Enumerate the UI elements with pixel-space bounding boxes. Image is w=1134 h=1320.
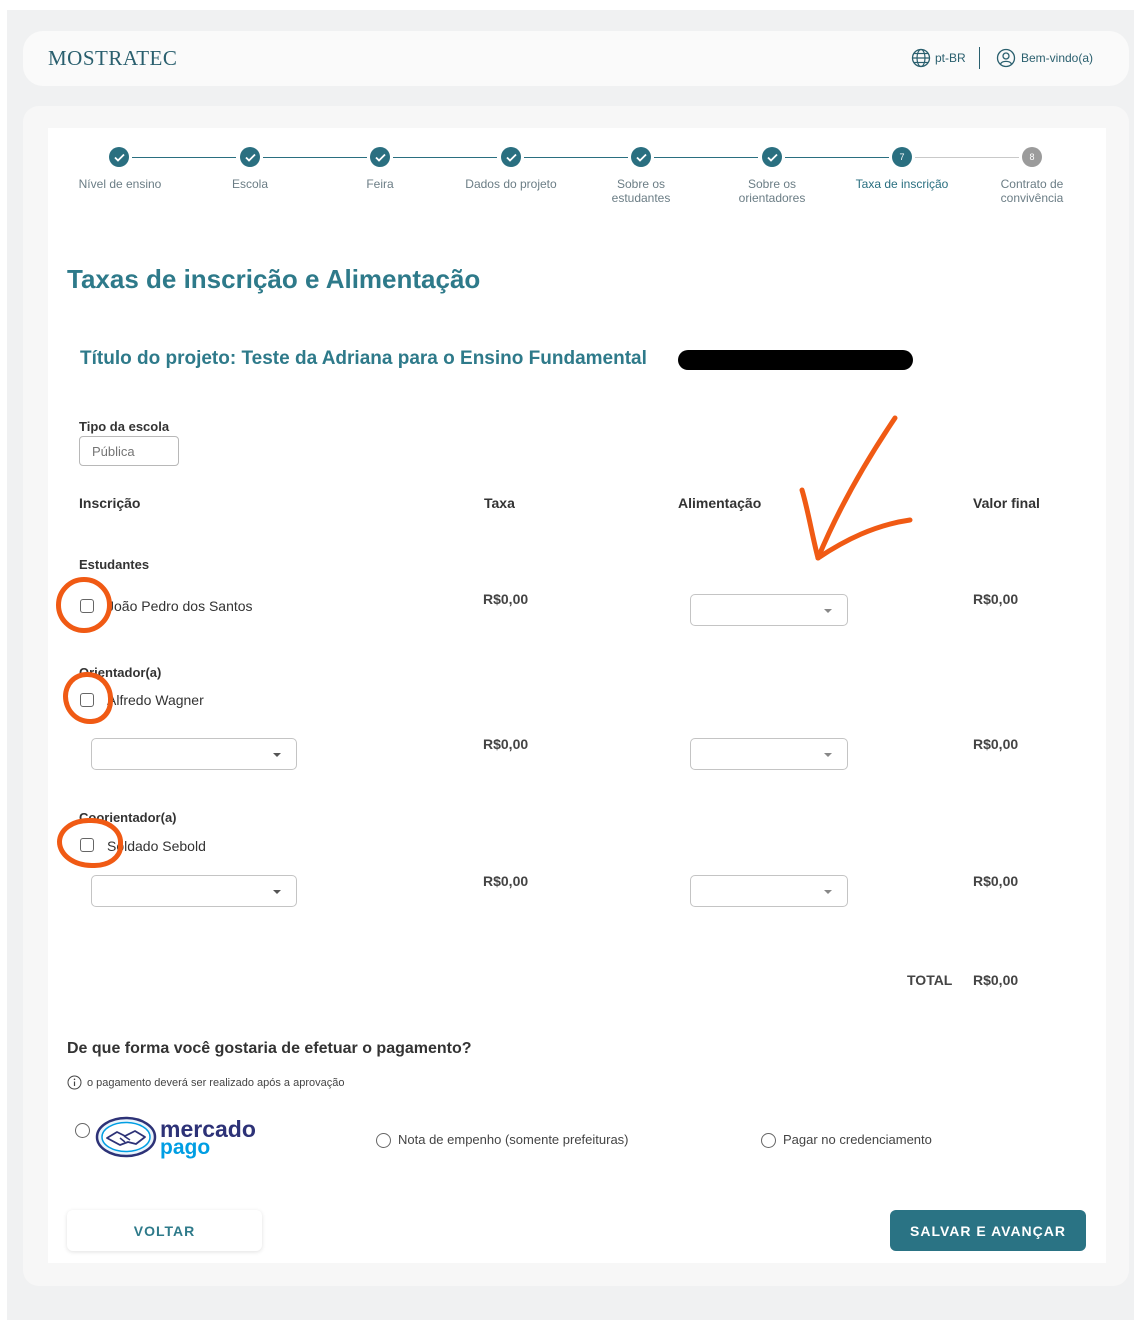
- save-and-next-button[interactable]: SALVAR E AVANÇAR: [890, 1210, 1086, 1251]
- stepper-connector: [524, 157, 628, 158]
- annotation-circle: [57, 818, 123, 868]
- step-4-check-icon[interactable]: [501, 147, 521, 167]
- chevron-down-icon: [273, 890, 281, 894]
- payment-info: o pagamento deverá ser realizado após a …: [67, 1075, 344, 1090]
- coadvisor-meal-select[interactable]: [690, 875, 848, 907]
- column-alimentacao: Alimentação: [678, 495, 762, 511]
- group-title-estudantes: Estudantes: [79, 557, 150, 572]
- radio-credenciamento[interactable]: [761, 1133, 776, 1148]
- globe-icon: [911, 48, 931, 68]
- stepper-connector: [132, 157, 236, 158]
- step-label: Contrato de convivência: [1000, 177, 1064, 205]
- mercado-pago-handshake-icon: [95, 1116, 157, 1158]
- redaction-bar: [678, 350, 913, 370]
- annotation-circle: [63, 672, 113, 724]
- form-card: [48, 128, 1106, 1263]
- user-menu[interactable]: Bem-vindo(a): [996, 48, 1093, 68]
- language-label: pt-BR: [935, 51, 966, 65]
- mercado-pago-logo-line2: pago: [160, 1136, 211, 1159]
- payment-question: De que forma você gostaria de efetuar o …: [67, 1040, 472, 1057]
- stepper-connector: [393, 157, 497, 158]
- step-label: Sobre os estudantes: [611, 177, 671, 205]
- radio-nota-empenho[interactable]: [376, 1133, 391, 1148]
- header-divider: [979, 47, 980, 69]
- advisor-meal-select[interactable]: [690, 738, 848, 770]
- student-final-value: R$0,00: [973, 591, 1019, 607]
- step-label: Dados do projeto: [465, 177, 557, 191]
- column-valor-final: Valor final: [973, 495, 1040, 511]
- school-type-label: Tipo da escola: [79, 419, 170, 434]
- student-name: João Pedro dos Santos: [107, 598, 253, 614]
- stepper-connector: [654, 157, 758, 158]
- page-title: Taxas de inscrição e Alimentação: [67, 264, 481, 294]
- column-inscricao: Inscrição: [79, 495, 141, 511]
- credenciamento-label[interactable]: Pagar no credenciamento: [783, 1132, 932, 1147]
- chevron-down-icon: [824, 890, 832, 894]
- step-label: Feira: [366, 177, 394, 191]
- student-fee: R$0,00: [483, 591, 529, 607]
- chevron-down-icon: [824, 753, 832, 757]
- advisor-name: Alfredo Wagner: [107, 692, 204, 708]
- language-selector[interactable]: pt-BR: [911, 48, 966, 68]
- back-button[interactable]: VOLTAR: [67, 1210, 262, 1251]
- student-meal-select[interactable]: [690, 594, 848, 626]
- coadvisor-final-value: R$0,00: [973, 873, 1019, 889]
- advisor-final-value: R$0,00: [973, 736, 1019, 752]
- payment-info-text: o pagamento deverá ser realizado após a …: [87, 1076, 345, 1089]
- total-label: TOTAL: [907, 972, 953, 988]
- step-3-check-icon[interactable]: [370, 147, 390, 167]
- step-label-current: Taxa de inscrição: [855, 177, 949, 191]
- step-8-number[interactable]: 8: [1022, 147, 1042, 167]
- coadvisor-fee: R$0,00: [483, 873, 529, 889]
- coadvisor-type-select[interactable]: [91, 875, 297, 907]
- annotation-circle: [56, 577, 112, 633]
- mostratec-logo[interactable]: MOSTRATEC: [48, 46, 177, 71]
- step-5-check-icon[interactable]: [631, 147, 651, 167]
- radio-mercado-pago[interactable]: [75, 1123, 90, 1138]
- stepper-connector: [915, 157, 1019, 158]
- step-1-check-icon[interactable]: [109, 147, 129, 167]
- column-taxa: Taxa: [484, 495, 515, 511]
- chevron-down-icon: [824, 609, 832, 613]
- step-7-number[interactable]: 7: [892, 147, 912, 167]
- step-2-check-icon[interactable]: [240, 147, 260, 167]
- step-6-check-icon[interactable]: [762, 147, 782, 167]
- step-label: Nível de ensino: [78, 177, 162, 191]
- project-title: Título do projeto: Teste da Adriana para…: [80, 348, 647, 369]
- school-type-input[interactable]: [79, 436, 179, 466]
- annotation-arrow-icon: [799, 415, 913, 561]
- welcome-label: Bem-vindo(a): [1021, 51, 1094, 65]
- stepper-connector: [263, 157, 367, 158]
- total-value: R$0,00: [973, 972, 1019, 988]
- advisor-type-select[interactable]: [91, 738, 297, 770]
- stepper-connector: [785, 157, 889, 158]
- info-icon: [67, 1075, 82, 1090]
- step-label: Escola: [231, 177, 269, 191]
- nota-empenho-label[interactable]: Nota de empenho (somente prefeituras): [398, 1132, 629, 1147]
- user-icon: [996, 48, 1016, 68]
- advisor-fee: R$0,00: [483, 736, 529, 752]
- step-label: Sobre os orientadores: [738, 177, 806, 205]
- chevron-down-icon: [273, 753, 281, 757]
